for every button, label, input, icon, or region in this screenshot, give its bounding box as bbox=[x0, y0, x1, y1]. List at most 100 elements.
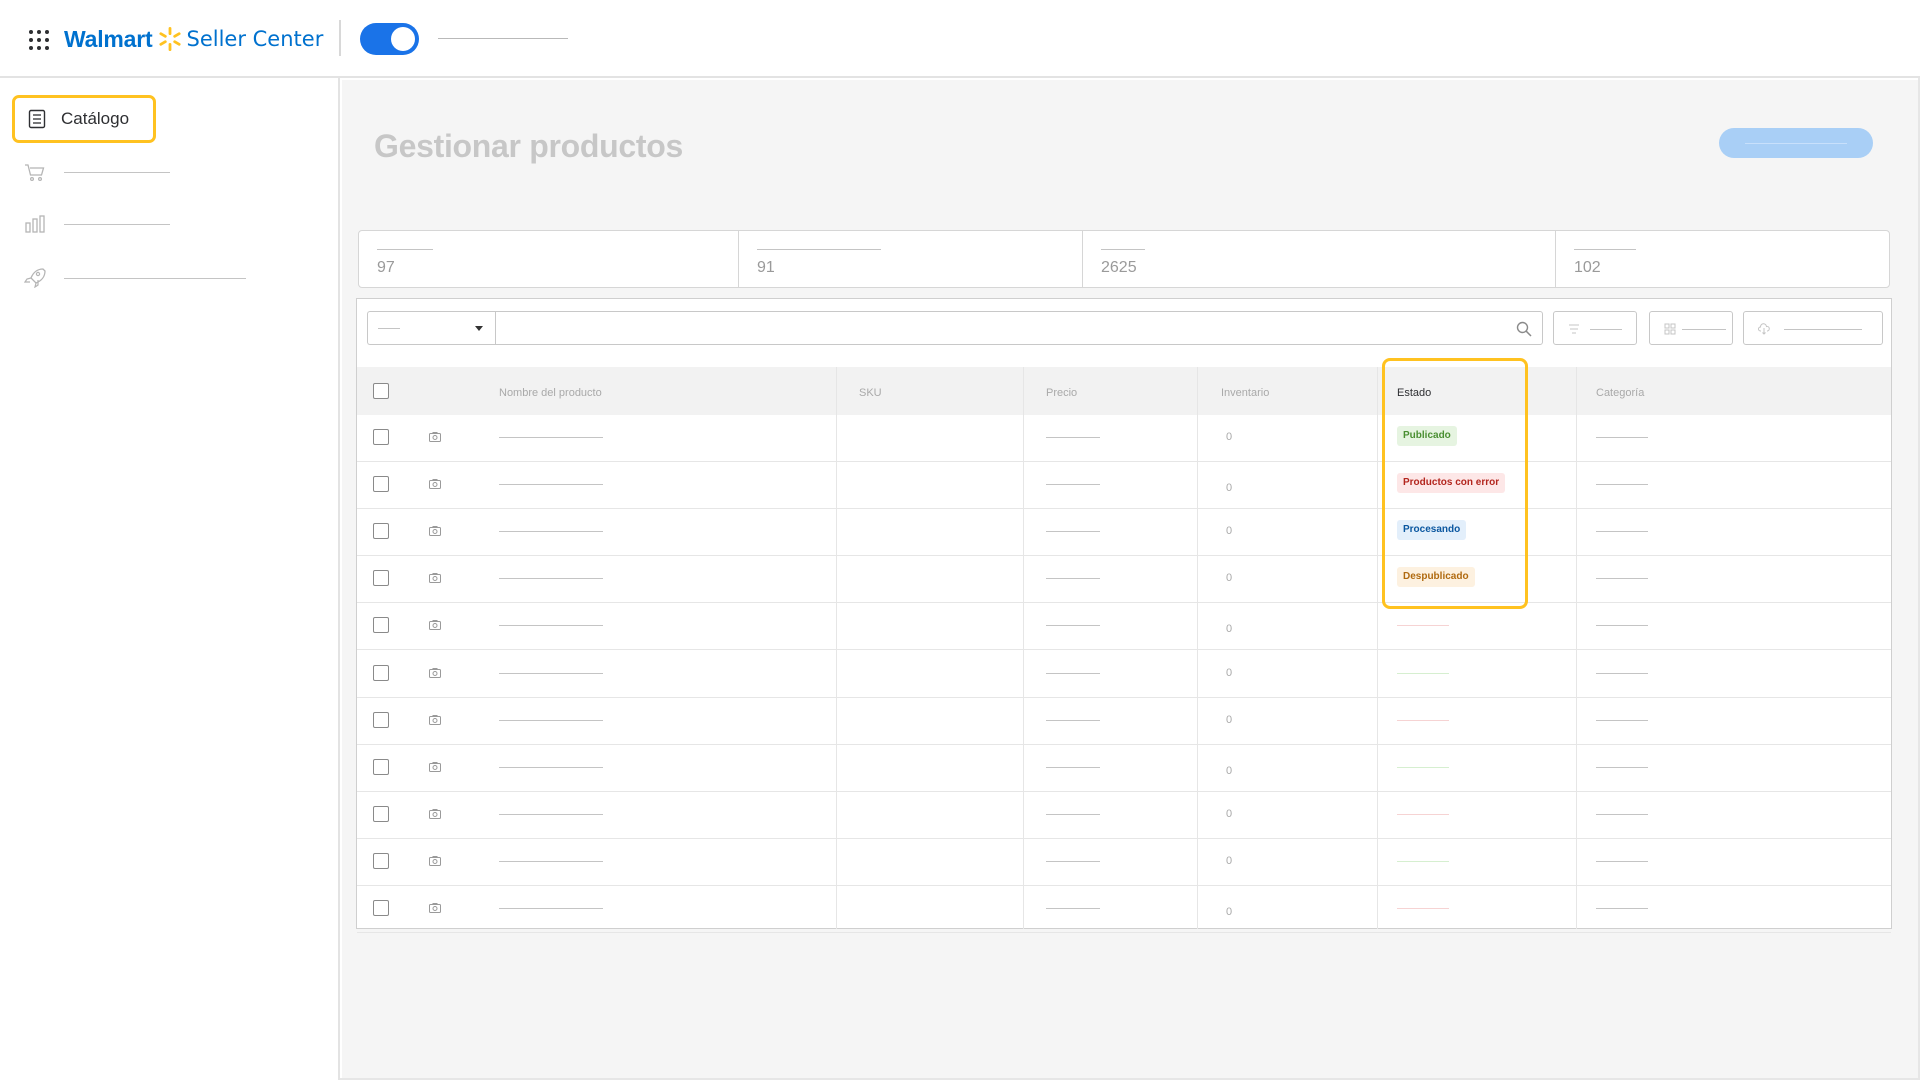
inventory-value: 0 bbox=[1226, 482, 1233, 495]
stat-card[interactable]: 102 bbox=[1556, 231, 1889, 287]
sidebar-item-catalogo[interactable]: Catálogo bbox=[12, 95, 156, 143]
sidebar-item-orders[interactable] bbox=[24, 160, 244, 184]
app-grid-icon[interactable] bbox=[29, 30, 49, 50]
cell-placeholder bbox=[499, 625, 603, 627]
chevron-down-icon bbox=[475, 326, 483, 331]
sidebar-item-placeholder-label bbox=[64, 278, 246, 279]
select-all-checkbox[interactable] bbox=[373, 383, 389, 399]
column-header-precio[interactable]: Precio bbox=[1046, 387, 1077, 399]
row-checkbox[interactable] bbox=[373, 429, 389, 445]
stat-value: 97 bbox=[377, 259, 395, 276]
status-placeholder bbox=[1397, 860, 1449, 862]
mode-toggle[interactable] bbox=[360, 23, 419, 55]
sidebar-item-placeholder-label bbox=[64, 172, 170, 173]
cell-placeholder bbox=[499, 672, 603, 674]
cell-placeholder bbox=[1046, 578, 1100, 580]
column-header-nombre[interactable]: Nombre del producto bbox=[499, 387, 602, 399]
row-checkbox[interactable] bbox=[373, 617, 389, 634]
filter-lines-icon bbox=[1569, 324, 1579, 334]
cell-placeholder bbox=[1596, 625, 1648, 627]
page-title: Gestionar productos bbox=[374, 128, 684, 164]
row-checkbox[interactable] bbox=[373, 852, 389, 869]
cell-placeholder bbox=[1596, 860, 1648, 862]
walmart-spark-icon bbox=[158, 27, 181, 51]
status-placeholder bbox=[1397, 625, 1449, 627]
sidebar-item-placeholder-label bbox=[64, 224, 170, 225]
table-row[interactable]: 0 bbox=[357, 603, 1891, 651]
image-placeholder-icon bbox=[429, 903, 441, 913]
filter-button[interactable] bbox=[1553, 311, 1637, 345]
image-placeholder-icon bbox=[429, 526, 441, 537]
columns-button[interactable] bbox=[1649, 311, 1733, 345]
cell-placeholder bbox=[1046, 766, 1100, 768]
table-row[interactable]: 0 Procesando bbox=[357, 509, 1891, 557]
row-checkbox[interactable] bbox=[373, 711, 389, 728]
download-button[interactable] bbox=[1743, 311, 1883, 345]
image-placeholder-icon bbox=[429, 432, 441, 442]
stat-card[interactable]: 2625 bbox=[1083, 231, 1556, 287]
walmart-seller-center-logo[interactable]: Walmart Seller Center bbox=[64, 22, 323, 56]
table-row[interactable]: 0 bbox=[357, 745, 1891, 792]
stat-value: 102 bbox=[1574, 259, 1601, 276]
inventory-value: 0 bbox=[1226, 666, 1233, 679]
image-placeholder-icon bbox=[429, 573, 441, 584]
cell-placeholder bbox=[1596, 766, 1648, 768]
inventory-value: 0 bbox=[1226, 572, 1233, 585]
cell-placeholder bbox=[1596, 672, 1648, 674]
row-checkbox[interactable] bbox=[373, 570, 389, 587]
table-row[interactable]: 0 bbox=[357, 839, 1891, 886]
column-header-categoria[interactable]: Categoría bbox=[1596, 387, 1644, 399]
inventory-value: 0 bbox=[1226, 623, 1233, 636]
inventory-value: 0 bbox=[1226, 713, 1233, 726]
sidebar-item-analytics[interactable] bbox=[24, 212, 244, 236]
filter-dropdown[interactable] bbox=[367, 311, 495, 345]
grid-icon bbox=[1664, 323, 1676, 335]
table-row[interactable]: 0 bbox=[357, 886, 1891, 933]
cell-placeholder bbox=[1596, 484, 1648, 486]
table-row[interactable]: 0 bbox=[357, 698, 1891, 745]
primary-action-button[interactable] bbox=[1719, 128, 1873, 158]
cell-placeholder bbox=[1046, 437, 1100, 438]
stat-value: 91 bbox=[757, 259, 775, 276]
table-row[interactable]: 0 bbox=[357, 651, 1891, 698]
table-row[interactable]: 0 Despublicado bbox=[357, 556, 1891, 604]
product-name: Seller Center bbox=[186, 27, 324, 51]
cell-placeholder bbox=[1046, 672, 1100, 674]
inventory-value: 0 bbox=[1226, 431, 1233, 443]
column-header-sku[interactable]: SKU bbox=[859, 387, 882, 399]
inventory-value: 0 bbox=[1226, 764, 1233, 777]
brand-name: Walmart bbox=[64, 25, 153, 52]
row-checkbox[interactable] bbox=[373, 758, 389, 775]
header-placeholder-text bbox=[438, 38, 568, 39]
row-checkbox[interactable] bbox=[373, 805, 389, 822]
row-checkbox[interactable] bbox=[373, 664, 389, 681]
image-placeholder-icon bbox=[429, 479, 441, 490]
sidebar-item-growth[interactable] bbox=[24, 266, 246, 290]
search-input[interactable] bbox=[495, 311, 1543, 345]
table-row[interactable]: 0 Publicado bbox=[357, 415, 1891, 462]
image-placeholder-icon bbox=[429, 667, 441, 678]
cell-placeholder bbox=[499, 484, 603, 486]
document-list-icon bbox=[28, 109, 46, 129]
cell-placeholder bbox=[499, 813, 603, 815]
row-checkbox[interactable] bbox=[373, 476, 389, 493]
table-row[interactable]: 0 bbox=[357, 792, 1891, 839]
row-checkbox[interactable] bbox=[373, 523, 389, 540]
inventory-value: 0 bbox=[1226, 525, 1233, 538]
toggle-knob bbox=[391, 27, 415, 51]
cell-placeholder bbox=[499, 578, 603, 580]
cell-placeholder bbox=[1596, 813, 1648, 815]
header-divider bbox=[339, 20, 341, 56]
column-header-inventario[interactable]: Inventario bbox=[1221, 387, 1269, 399]
cell-placeholder bbox=[499, 719, 603, 721]
table-row[interactable]: 0 Productos con error bbox=[357, 462, 1891, 510]
stat-card[interactable]: 97 bbox=[359, 231, 739, 287]
bar-chart-icon bbox=[25, 215, 45, 233]
cart-icon bbox=[25, 164, 45, 182]
products-table-card: Nombre del producto SKU Precio Inventari… bbox=[356, 298, 1892, 933]
cell-placeholder bbox=[1596, 437, 1648, 438]
cell-placeholder bbox=[1596, 719, 1648, 721]
stat-card[interactable]: 91 bbox=[739, 231, 1083, 287]
row-checkbox[interactable] bbox=[373, 900, 389, 916]
cell-placeholder bbox=[499, 531, 603, 533]
